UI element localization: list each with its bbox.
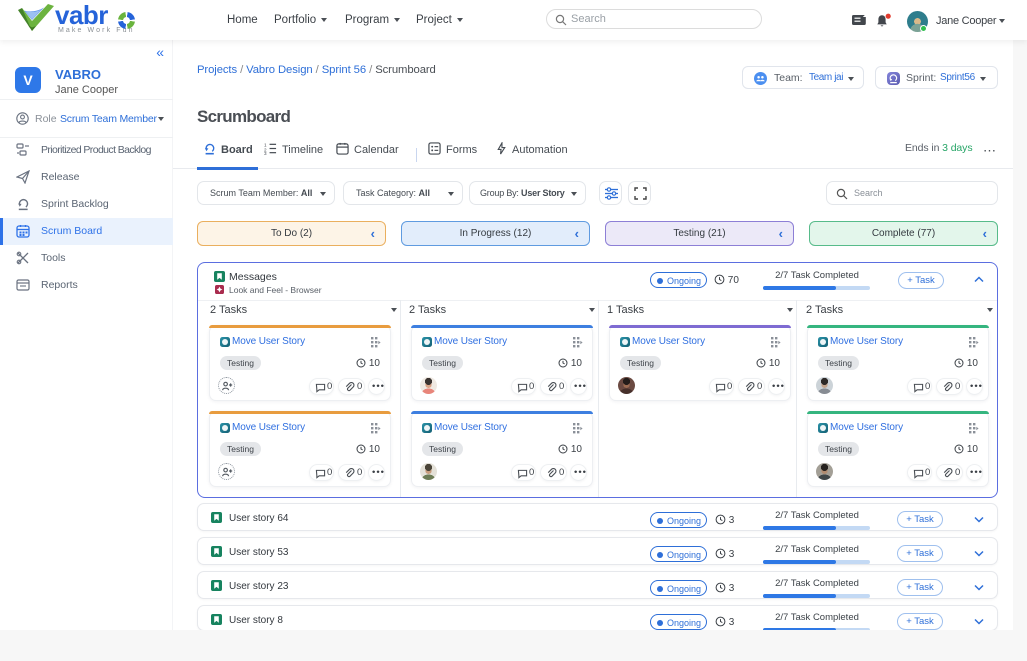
svg-text:3: 3 — [264, 151, 267, 155]
